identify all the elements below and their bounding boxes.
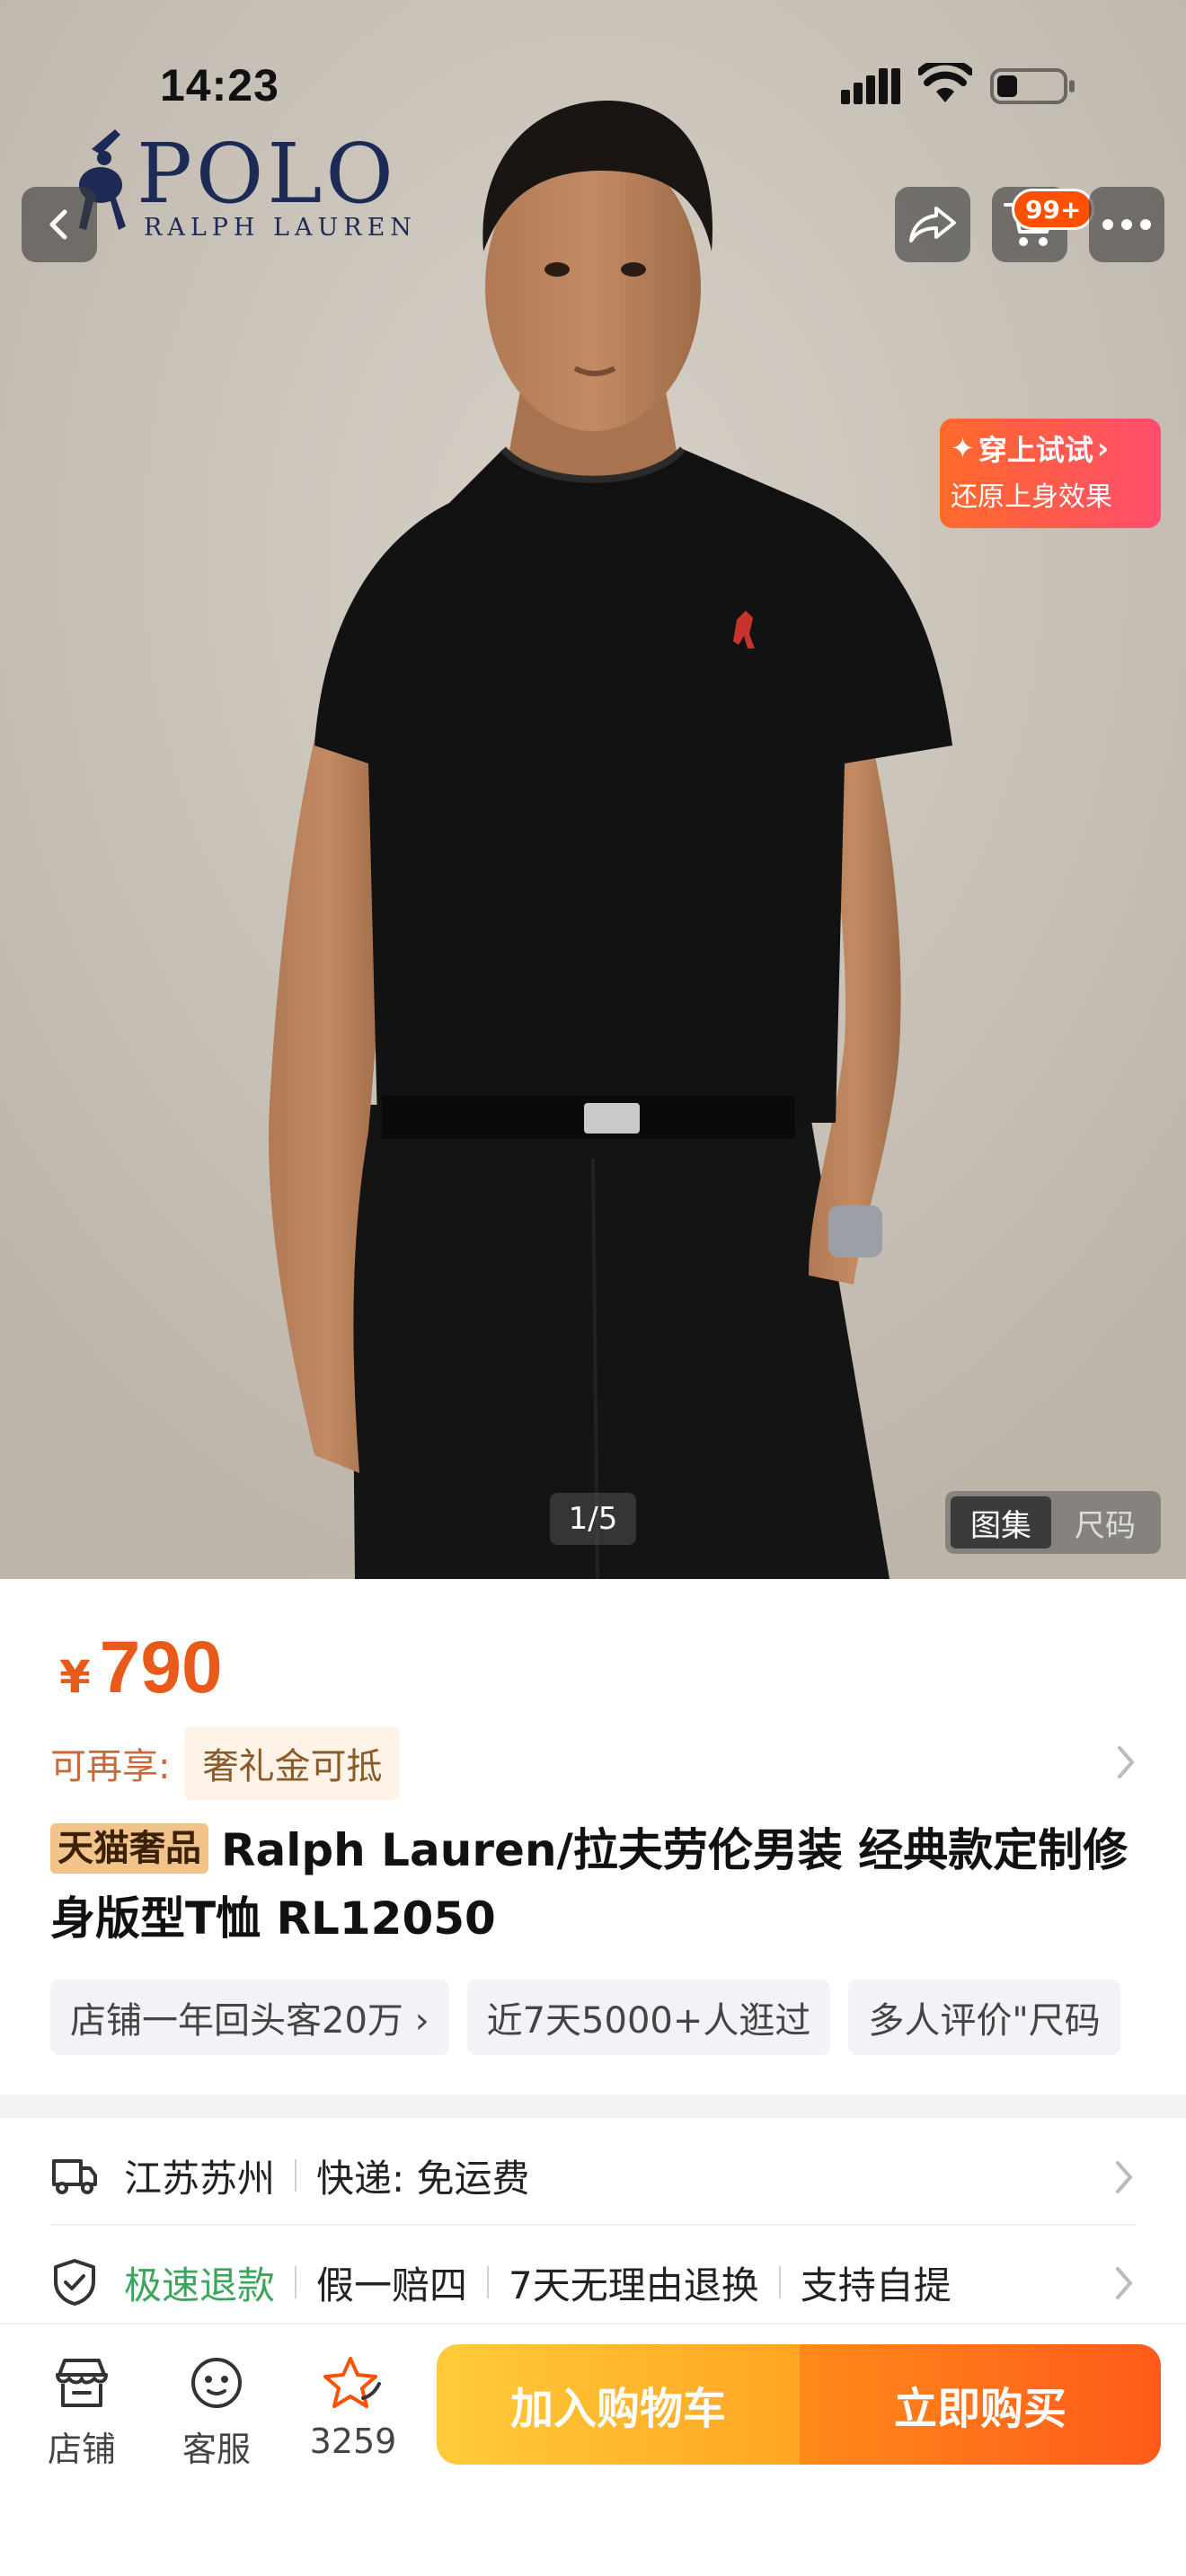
chip-review-summary[interactable]: 多人评价"尺码: [848, 1980, 1120, 2055]
add-to-cart-button[interactable]: 加入购物车: [437, 2344, 800, 2465]
try-on-subtitle: 还原上身效果: [951, 481, 1112, 513]
product-title-text: Ralph Lauren/拉夫劳伦男装 经典款定制修身版型T恤 RL12050: [50, 1824, 1128, 1945]
chevron-right-icon: [1116, 2161, 1133, 2193]
share-button[interactable]: [895, 187, 970, 262]
chip-repeat-customers[interactable]: 店铺一年回头客20万 ›: [50, 1980, 449, 2055]
favorite-button[interactable]: 3259: [304, 2351, 403, 2461]
wifi-icon: [918, 63, 972, 102]
store-button[interactable]: 店铺: [32, 2351, 131, 2471]
brand-name: POLO: [137, 126, 397, 222]
cellular-signal-icon: [841, 68, 900, 104]
customer-service-label: 客服: [181, 2430, 251, 2469]
buy-now-button[interactable]: 立即购买: [800, 2344, 1161, 2465]
tab-gallery[interactable]: 图集: [951, 1496, 1051, 1548]
chevron-right-icon: [1116, 2267, 1133, 2299]
battery-icon: [990, 68, 1075, 104]
separator: [295, 2159, 297, 2192]
favorite-count: 3259: [309, 2422, 397, 2461]
try-on-title-row: ✦ 穿上试试 ›: [951, 428, 1150, 469]
perk-chip: 奢礼金可抵: [184, 1726, 401, 1800]
guarantee-fast-refund: 极速退款: [124, 2263, 276, 2307]
separator: [778, 2266, 781, 2298]
separator: [487, 2266, 490, 2298]
share-icon: [909, 207, 956, 243]
store-label: 店铺: [47, 2430, 116, 2469]
price-value: 790: [99, 1627, 223, 1708]
sparkle-icon: ✦: [951, 431, 975, 465]
more-button[interactable]: [1089, 187, 1164, 262]
perk-label: 可再享:: [50, 1746, 171, 1787]
chevron-right-icon: [1118, 1746, 1135, 1778]
chevron-left-icon: [49, 209, 67, 240]
more-dots-icon: [1102, 219, 1151, 230]
price: ¥ 790: [59, 1626, 223, 1710]
delivery-truck-icon: [50, 2151, 99, 2200]
virtual-try-on-button[interactable]: ✦ 穿上试试 › 还原上身效果: [940, 419, 1161, 528]
product-image-gallery[interactable]: 14:23 POLO RALPH LAUREN 99+ ✦ 穿上试试 › 还原上…: [0, 0, 1186, 1579]
bottom-action-bar: 店铺 客服 3259 加入购物车 立即购买: [0, 2323, 1186, 2576]
guarantee-7day-return: 7天无理由退换: [509, 2263, 759, 2307]
guarantee-self-pickup: 支持自提: [800, 2263, 951, 2307]
shipping-row[interactable]: 江苏苏州 快递: 免运费: [50, 2127, 1136, 2226]
ship-from-location: 江苏苏州: [124, 2156, 276, 2201]
status-time: 14:23: [160, 60, 279, 110]
cart-count-badge: 99+: [1012, 189, 1095, 230]
separator: [295, 2266, 297, 2298]
delivery-fee: 快递: 免运费: [316, 2156, 530, 2201]
currency-symbol: ¥: [59, 1651, 91, 1703]
product-title: 天猫奢品 Ralph Lauren/拉夫劳伦男装 经典款定制修身版型T恤 RL12…: [50, 1816, 1146, 1953]
highlight-chips: 店铺一年回头客20万 › 近7天5000+人逛过 多人评价"尺码: [50, 1980, 1186, 2055]
try-on-title: 穿上试试: [978, 433, 1093, 467]
chevron-right-icon: ›: [1096, 431, 1110, 465]
perk-row[interactable]: 可再享: 奢礼金可抵: [50, 1726, 1137, 1800]
chip-recent-visitors[interactable]: 近7天5000+人逛过: [466, 1980, 831, 2055]
star-icon: [322, 2351, 385, 2414]
shield-check-icon: [50, 2258, 99, 2307]
customer-service-button[interactable]: 客服: [167, 2351, 266, 2471]
customer-service-icon: [185, 2351, 248, 2414]
image-counter: 1/5: [550, 1493, 636, 1545]
section-divider: [0, 2095, 1186, 2118]
tab-size[interactable]: 尺码: [1055, 1496, 1155, 1548]
guarantee-row[interactable]: 极速退款 假一赔四 7天无理由退换 支持自提: [50, 2233, 1136, 2332]
brand-subname: RALPH LAUREN: [144, 214, 417, 242]
tmall-luxury-badge: 天猫奢品: [50, 1823, 208, 1874]
guarantee-fake-pay-four: 假一赔四: [316, 2263, 468, 2307]
back-button[interactable]: [22, 187, 97, 262]
gallery-view-toggle[interactable]: 图集 尺码: [945, 1491, 1161, 1554]
store-icon: [50, 2351, 113, 2414]
